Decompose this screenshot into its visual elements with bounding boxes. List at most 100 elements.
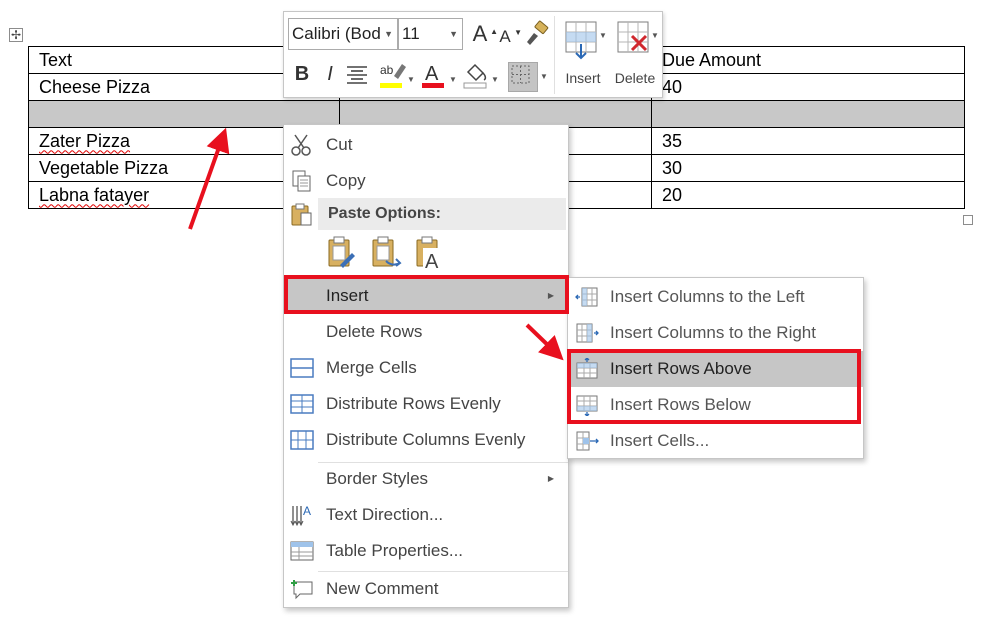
submenu-item-insert-columns-right[interactable]: Insert Columns to the Right xyxy=(568,315,863,351)
submenu-item-insert-columns-left[interactable]: Insert Columns to the Left xyxy=(568,279,863,315)
menu-item-table-properties[interactable]: Table Properties... xyxy=(284,533,568,569)
submenu-item-insert-rows-below[interactable]: Insert Rows Below xyxy=(568,387,863,423)
svg-text:▼: ▼ xyxy=(491,75,499,84)
format-painter-button[interactable] xyxy=(522,20,552,48)
shrink-font-button[interactable]: A ▼ xyxy=(494,23,522,49)
table-cell[interactable]: 40 xyxy=(651,73,965,101)
table-cell[interactable] xyxy=(651,100,965,128)
svg-text:▼: ▼ xyxy=(651,31,659,40)
insert-rows-below-icon xyxy=(576,395,598,416)
distribute-columns-icon xyxy=(290,430,314,450)
table-insert-button[interactable]: ▼ Insert xyxy=(558,16,608,96)
text-direction-icon: A xyxy=(290,504,311,527)
distribute-rows-icon xyxy=(290,394,314,414)
align-center-icon xyxy=(347,66,367,84)
table-cell-text: Zater Pizza xyxy=(39,130,131,151)
menu-item-label: Copy xyxy=(326,171,366,190)
menu-item-label: New Comment xyxy=(326,579,439,598)
submenu-arrow-icon: ▶ xyxy=(547,474,554,483)
menu-item-cut[interactable]: Cut xyxy=(284,127,568,163)
borders-button[interactable] xyxy=(508,62,538,92)
new-comment-icon xyxy=(291,580,313,600)
font-color-icon: A ▼ xyxy=(422,63,457,88)
table-cell-text: Labna fatayer xyxy=(39,184,150,205)
submenu-arrow-icon: ▶ xyxy=(547,291,554,300)
bold-button[interactable]: B xyxy=(288,60,316,88)
delete-button-label: Delete xyxy=(614,70,656,86)
menu-item-merge-cells[interactable]: Merge Cells xyxy=(284,350,568,386)
mini-toolbar: Calibri (Bod ▼ 11 ▼ A ▲ A ▼ B I ab ▼ A ▼… xyxy=(283,11,663,98)
menu-item-copy[interactable]: Copy xyxy=(284,163,568,199)
italic-button[interactable]: I xyxy=(318,60,342,88)
table-cell[interactable]: Due Amount xyxy=(651,46,965,74)
submenu-item-label: Insert Cells... xyxy=(610,431,710,450)
center-align-button[interactable] xyxy=(344,62,374,90)
menu-item-label: Distribute Columns Evenly xyxy=(326,430,526,449)
table-insert-icon: ▼ xyxy=(565,21,607,60)
submenu-item-insert-cells[interactable]: Insert Cells... xyxy=(568,423,863,459)
menu-item-label: Text Direction... xyxy=(326,505,444,524)
svg-text:▼: ▼ xyxy=(407,75,415,84)
toolbar-separator xyxy=(554,16,555,94)
table-properties-icon xyxy=(290,541,314,561)
insert-submenu: Insert Columns to the Left Insert Column… xyxy=(567,277,864,459)
highlight-button[interactable]: ab ▼ xyxy=(378,60,415,92)
paste-keep-text-only-icon[interactable]: A xyxy=(414,235,446,271)
font-name-box[interactable]: Calibri (Bod ▼ xyxy=(288,18,398,50)
svg-text:▼: ▼ xyxy=(599,31,607,40)
highlighter-icon: ab ▼ xyxy=(380,63,415,88)
grow-font-button[interactable]: A ▲ xyxy=(468,20,498,48)
menu-item-text-direction[interactable]: A Text Direction... xyxy=(284,497,568,533)
format-painter-icon xyxy=(527,20,549,45)
borders-icon xyxy=(511,65,530,84)
table-delete-button[interactable]: ▼ Delete xyxy=(610,16,660,96)
table-delete-icon: ▼ xyxy=(617,21,659,53)
merge-cells-icon xyxy=(290,358,314,378)
menu-item-label: Delete Rows xyxy=(326,322,423,341)
chevron-down-icon[interactable]: ▼ xyxy=(449,19,458,49)
shading-button[interactable]: ▼ xyxy=(462,60,500,92)
chevron-down-icon[interactable]: ▼ xyxy=(384,19,393,49)
table-cell[interactable]: 20 xyxy=(651,181,965,209)
menu-item-label: Merge Cells xyxy=(326,358,417,377)
svg-text:ab: ab xyxy=(380,63,394,77)
svg-text:A: A xyxy=(425,251,439,271)
paste-keep-formatting-icon[interactable] xyxy=(326,235,358,271)
table-resize-handle[interactable] xyxy=(963,215,973,225)
caret-down-icon: ▼ xyxy=(514,28,522,37)
paste-options-header: Paste Options: xyxy=(318,198,566,230)
font-size-box[interactable]: 11 ▼ xyxy=(398,18,463,50)
scissors-icon xyxy=(291,134,311,156)
chevron-down-icon[interactable]: ▼ xyxy=(540,72,548,81)
shrink-font-icon: A xyxy=(499,27,511,46)
menu-item-insert[interactable]: Insert ▶ xyxy=(284,278,568,314)
context-menu: Cut Copy Paste Options: A Insert ▶ Delet… xyxy=(283,124,569,608)
submenu-item-insert-rows-above[interactable]: Insert Rows Above xyxy=(568,351,863,387)
grow-font-icon: A xyxy=(472,21,488,46)
font-name-value: Calibri (Bod xyxy=(292,24,381,43)
insert-cells-icon xyxy=(576,431,599,451)
svg-text:A: A xyxy=(303,504,311,518)
table-cell[interactable]: 35 xyxy=(651,127,965,155)
menu-item-label: Table Properties... xyxy=(326,541,464,560)
table-cell[interactable]: 30 xyxy=(651,154,965,182)
menu-item-delete-rows[interactable]: Delete Rows xyxy=(284,314,568,350)
menu-item-label: Insert xyxy=(326,286,369,305)
paste-merge-formatting-icon[interactable] xyxy=(370,235,404,271)
paste-options-row: A xyxy=(326,235,446,275)
menu-item-border-styles[interactable]: Border Styles ▶ xyxy=(284,461,568,497)
submenu-item-label: Insert Rows Above xyxy=(610,359,752,378)
clipboard-icon xyxy=(291,203,312,226)
menu-item-new-comment[interactable]: New Comment xyxy=(284,571,568,607)
menu-item-distribute-columns[interactable]: Distribute Columns Evenly xyxy=(284,422,568,458)
svg-text:A: A xyxy=(425,63,439,85)
menu-item-distribute-rows[interactable]: Distribute Rows Evenly xyxy=(284,386,568,422)
submenu-item-label: Insert Columns to the Left xyxy=(610,287,805,306)
insert-button-label: Insert xyxy=(565,70,601,86)
font-color-button[interactable]: A ▼ xyxy=(420,60,458,92)
table-move-handle[interactable]: ✢ xyxy=(9,28,23,42)
menu-item-label: Cut xyxy=(326,135,353,154)
menu-item-label: Distribute Rows Evenly xyxy=(326,394,501,413)
submenu-item-label: Insert Columns to the Right xyxy=(610,323,816,342)
insert-rows-above-icon xyxy=(576,358,598,379)
